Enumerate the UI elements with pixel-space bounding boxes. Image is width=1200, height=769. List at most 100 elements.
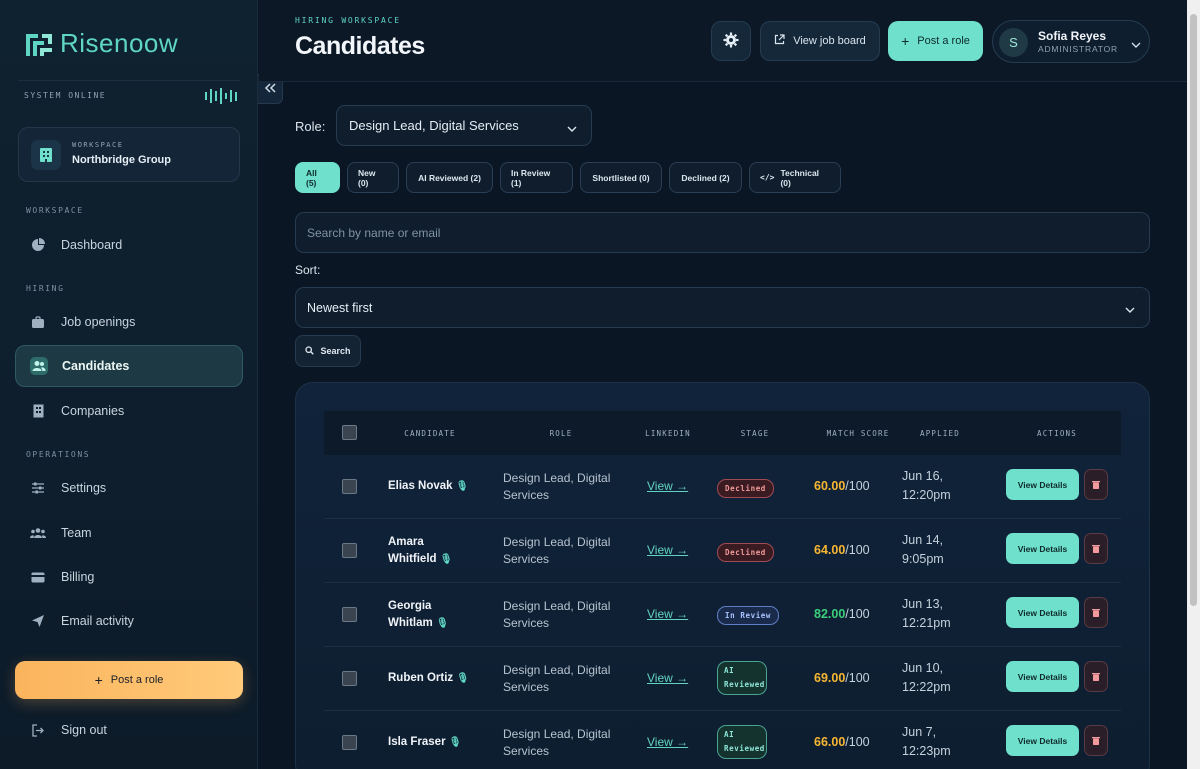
view-details-button[interactable]: View Details (1006, 661, 1079, 692)
page-title: Candidates (295, 32, 425, 60)
row-checkbox[interactable] (342, 735, 357, 750)
view-details-button[interactable]: View Details (1006, 469, 1079, 500)
sidebar-item-dashboard[interactable]: Dashboard (15, 224, 243, 266)
sidebar-item-team[interactable]: Team (15, 512, 243, 554)
delete-button[interactable] (1084, 533, 1108, 564)
role-select[interactable]: Design Lead, Digital Services (336, 105, 592, 146)
filter-chip-new[interactable]: New (0) (347, 162, 399, 193)
search-button[interactable]: Search (295, 335, 361, 367)
sort-label: Sort: (295, 263, 321, 277)
logo-text: Risenoow (60, 28, 179, 58)
filter-chip-all[interactable]: All (5) (295, 162, 340, 193)
filter-chip-technical[interactable]: </> Technical (0) (749, 162, 841, 193)
filter-chip-in-review[interactable]: In Review (1) (500, 162, 573, 193)
candidate-name[interactable]: Ruben Ortiz 🎙 (388, 670, 469, 687)
sidebar-item-job-openings[interactable]: Job openings (15, 301, 243, 343)
match-score: 64.00/100 (814, 543, 870, 557)
applied-date: Jun 7, 12:23pm (902, 725, 951, 758)
row-checkbox[interactable] (342, 671, 357, 686)
linkedin-link[interactable]: View → (647, 735, 688, 749)
user-menu[interactable]: S Sofia Reyes ADMINISTRATOR (992, 20, 1150, 63)
divider (18, 80, 240, 81)
candidate-name[interactable]: Georgia Whitlam 🎙 (388, 598, 468, 632)
trash-icon (1092, 668, 1100, 686)
search-input[interactable] (295, 212, 1150, 253)
filter-chip-ai-reviewed[interactable]: AI Reviewed (2) (406, 162, 493, 193)
role-select-value: Design Lead, Digital Services (349, 118, 519, 133)
user-name: Sofia Reyes (1038, 29, 1107, 43)
trash-icon (1092, 604, 1100, 622)
settings-button[interactable] (711, 21, 751, 61)
sort-select[interactable]: Newest first (295, 287, 1150, 328)
workspace-card[interactable]: WORKSPACE Northbridge Group (18, 127, 240, 182)
system-status: SYSTEM ONLINE (24, 91, 107, 100)
table-row[interactable]: Georgia Whitlam 🎙 Design Lead, Digital S… (324, 583, 1121, 647)
view-job-board-button[interactable]: View job board (760, 21, 880, 61)
header-post-role-button[interactable]: + Post a role (888, 21, 983, 61)
workspace-name: Northbridge Group (72, 154, 171, 166)
row-checkbox[interactable] (342, 607, 357, 622)
delete-button[interactable] (1084, 469, 1108, 500)
page-eyebrow: HIRING WORKSPACE (295, 16, 401, 25)
view-details-button[interactable]: View Details (1006, 597, 1079, 628)
linkedin-link[interactable]: View → (647, 671, 688, 685)
delete-button[interactable] (1084, 597, 1108, 628)
page-header: HIRING WORKSPACE Candidates View job boa… (259, 0, 1187, 82)
candidate-name[interactable]: Amara Whitfield 🎙 (388, 534, 468, 568)
search-button-label: Search (320, 346, 351, 356)
scrollbar-thumb[interactable] (1190, 14, 1197, 606)
sidebar-item-label: Billing (61, 570, 95, 584)
table-row[interactable]: Isla Fraser 🎙 Design Lead, Digital Servi… (324, 711, 1121, 769)
candidate-name[interactable]: Elias Novak 🎙 (388, 478, 468, 495)
sidebar-item-label: Companies (61, 404, 125, 418)
sign-out-button[interactable]: Sign out (15, 709, 243, 751)
delete-button[interactable] (1084, 661, 1108, 692)
row-checkbox[interactable] (342, 479, 357, 494)
sidebar-item-email-activity[interactable]: Email activity (15, 600, 243, 642)
briefcase-icon (29, 313, 47, 331)
match-score: 82.00/100 (814, 607, 870, 621)
section-hiring: HIRING (26, 284, 65, 293)
microphone-icon: 🎙 (455, 481, 469, 492)
candidate-role: Design Lead, Digital Services (503, 727, 611, 758)
building-icon (29, 402, 47, 420)
table-row[interactable]: Amara Whitfield 🎙 Design Lead, Digital S… (324, 519, 1121, 583)
sign-out-icon (29, 721, 47, 739)
sidebar-item-billing[interactable]: Billing (15, 556, 243, 598)
view-details-button[interactable]: View Details (1006, 725, 1079, 756)
column-header-stage: STAGE (740, 428, 770, 438)
table-row[interactable]: Elias Novak 🎙 Design Lead, Digital Servi… (324, 455, 1121, 519)
workspace-label: WORKSPACE (72, 141, 124, 149)
sidebar-item-settings[interactable]: Settings (15, 467, 243, 509)
column-header-actions: ACTIONS (1036, 428, 1077, 438)
credit-card-icon (29, 568, 47, 586)
sidebar-item-label: Team (61, 526, 92, 540)
candidate-role: Design Lead, Digital Services (503, 471, 611, 502)
table-row[interactable]: Ruben Ortiz 🎙 Design Lead, Digital Servi… (324, 647, 1121, 711)
filter-chip-shortlisted[interactable]: Shortlisted (0) (580, 162, 662, 193)
sidebar-post-role-button[interactable]: + Post a role (15, 661, 243, 699)
linkedin-link[interactable]: View → (647, 479, 688, 493)
delete-button[interactable] (1084, 725, 1108, 756)
match-score: 69.00/100 (814, 671, 870, 685)
trash-icon (1092, 732, 1100, 750)
select-all-checkbox[interactable] (342, 425, 357, 440)
sidebar-item-candidates[interactable]: Candidates (15, 345, 243, 387)
page-scrollbar[interactable] (1187, 0, 1200, 769)
applied-date: Jun 16, 12:20pm (902, 469, 951, 502)
candidate-name[interactable]: Isla Fraser 🎙 (388, 734, 461, 751)
search-icon (305, 345, 315, 357)
linkedin-link[interactable]: View → (647, 543, 688, 557)
sidebar-item-companies[interactable]: Companies (15, 390, 243, 432)
microphone-icon: 🎙 (456, 673, 470, 684)
logo-icon (24, 30, 52, 58)
section-operations: OPERATIONS (26, 450, 91, 459)
status-badge: AI Reviewed (717, 725, 767, 759)
sidebar-item-label: Candidates (62, 359, 130, 373)
row-checkbox[interactable] (342, 543, 357, 558)
filter-chip-declined[interactable]: Declined (2) (669, 162, 742, 193)
sidebar-item-label: Settings (61, 481, 107, 495)
view-details-button[interactable]: View Details (1006, 533, 1079, 564)
linkedin-link[interactable]: View → (647, 607, 688, 621)
logo[interactable]: Risenoow (24, 28, 178, 59)
